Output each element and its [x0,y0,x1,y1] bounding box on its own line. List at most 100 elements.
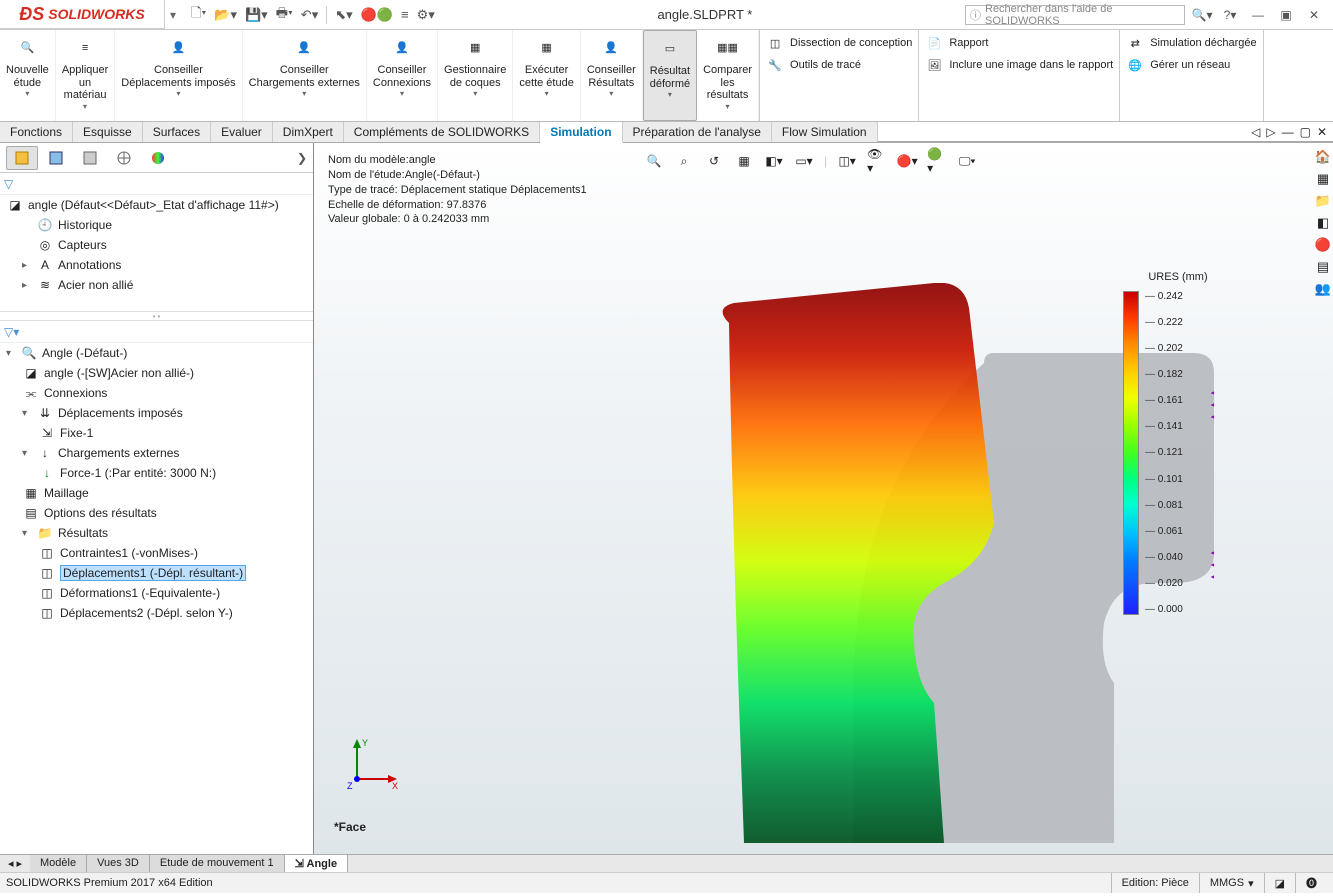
qat-select-icon[interactable]: ⬉▾ [335,7,352,23]
panel-next-icon[interactable]: ▷ [1266,125,1275,139]
status-edition[interactable]: Edition: Pièce [1111,873,1199,893]
view-icon[interactable]: 👁▾ [867,151,887,171]
logo-dropdown-icon[interactable]: ▾ [165,8,181,22]
ribbon-executer-button[interactable]: ▦Exécutercette étude▾ [513,30,580,121]
panel-close-icon[interactable]: ✕ [1317,125,1327,139]
ribbon-conseiller-depl-button[interactable]: 👤ConseillerDéplacements imposés▾ [115,30,242,121]
sim-fixtures[interactable]: ▾⇊Déplacements imposés [0,403,313,423]
doc-tab-vues-3d[interactable]: Vues 3D [87,855,150,872]
tab-compléments-de-solidworks[interactable]: Compléments de SOLIDWORKS [344,122,540,142]
status-custom-icon[interactable]: ◪ [1264,873,1295,893]
panel-max-icon[interactable]: ▢ [1300,125,1311,139]
appearance-icon[interactable]: 🔴▾ [897,151,917,171]
panel-min-icon[interactable]: — [1282,125,1294,139]
sim-loads[interactable]: ▾↓Chargements externes [0,443,313,463]
color-legend[interactable]: URES (mm) 0.2420.2220.2020.1820.1610.141… [1123,271,1233,615]
doc-tab-nav[interactable]: ◂ ▸ [0,855,30,872]
qat-rebuild-icon[interactable]: 🔴🟢 [361,7,393,23]
taskpane-appearance-icon[interactable]: 🔴 [1313,235,1333,255]
app-logo[interactable]: ƉSSOLIDWORKS [0,0,165,29]
panel-tab-property[interactable] [40,146,72,170]
help-search-input[interactable]: ⓘRechercher dans l'aide de SOLIDWORKS [965,5,1185,25]
zoom-fit-icon[interactable]: 🔍 [644,151,664,171]
sim-material[interactable]: ◪angle (-[SW]Acier non allié-) [0,363,313,383]
taskpane-library-icon[interactable]: ▦ [1313,169,1333,189]
ribbon-outils-trace-button[interactable]: 🔧Outils de tracé [766,56,912,74]
ribbon-nouvelle-etude-button[interactable]: 🔍Nouvelleétude▾ [0,30,56,121]
ribbon-rapport-button[interactable]: 📄Rapport [925,34,1113,52]
sim-result-options[interactable]: ▤Options des résultats [0,503,313,523]
prev-view-icon[interactable]: ↺ [704,151,724,171]
sim-result-plot[interactable]: ◫Contraintes1 (-vonMises-) [0,543,313,563]
status-units[interactable]: MMGS ▾ [1199,873,1264,893]
qat-print-icon[interactable]: 🖶▾ [276,4,293,26]
tab-dimxpert[interactable]: DimXpert [273,122,344,142]
qat-save-icon[interactable]: 💾▾ [245,7,268,23]
ribbon-conseiller-conn-button[interactable]: 👤ConseillerConnexions▾ [367,30,438,121]
section-view-icon[interactable]: ▦ [734,151,754,171]
panel-prev-icon[interactable]: ◁ [1251,125,1260,139]
restore-icon[interactable]: ▣ [1275,6,1297,24]
panel-tab-dim[interactable] [108,146,140,170]
view-orient-icon[interactable]: ◧▾ [764,151,784,171]
ribbon-image-rapport-button[interactable]: 🖼Inclure une image dans le rapport [925,56,1113,74]
hide-show-icon[interactable]: ◫▾ [837,151,857,171]
qat-options-icon[interactable]: ≡ [401,7,409,22]
scene-icon[interactable]: 🟢▾ [927,151,947,171]
tab-flow-simulation[interactable]: Flow Simulation [772,122,878,142]
tab-evaluer[interactable]: Evaluer [211,122,273,142]
panel-tab-feature-tree[interactable] [6,146,38,170]
filter-icon[interactable]: ▽▾ [4,325,19,339]
filter-icon[interactable]: ▽ [4,177,13,191]
ribbon-sim-dechargee-button[interactable]: ⇄Simulation déchargée [1126,34,1256,52]
sim-force-item[interactable]: ↓Force-1 (:Par entité: 3000 N:) [0,463,313,483]
close-icon[interactable]: ✕ [1303,6,1325,24]
doc-tab-modèle[interactable]: Modèle [30,855,87,872]
ribbon-dissection-button[interactable]: ◫Dissection de conception [766,34,912,52]
ribbon-appliquer-materiau-button[interactable]: ≡Appliquerunmatériau▾ [56,30,115,121]
sim-study-root[interactable]: ▾🔍Angle (-Défaut-) [0,343,313,363]
qat-open-icon[interactable]: 📂▾ [214,7,237,23]
ribbon-conseiller-res-button[interactable]: 👤ConseillerRésultats▾ [581,30,643,121]
sim-result-plot[interactable]: ◫Déplacements1 (-Dépl. résultant-) [0,563,313,583]
sim-result-plot[interactable]: ◫Déplacements2 (-Dépl. selon Y-) [0,603,313,623]
sim-mesh[interactable]: ▦Maillage [0,483,313,503]
taskpane-forum-icon[interactable]: 👥 [1313,279,1333,299]
qat-settings-icon[interactable]: ⚙▾ [417,7,435,23]
feature-tree-item[interactable]: ▸AAnnotations [0,255,313,275]
sim-fixture-item[interactable]: ⇲Fixe-1 [0,423,313,443]
taskpane-view-icon[interactable]: ◧ [1313,213,1333,233]
qat-undo-icon[interactable]: ↶▾ [301,7,318,23]
coordinate-triad[interactable]: Y X Z [342,734,402,794]
ribbon-gest-coques-button[interactable]: ▦Gestionnairede coques▾ [438,30,513,121]
search-button-icon[interactable]: 🔍▾ [1191,6,1213,24]
taskpane-props-icon[interactable]: ▤ [1313,257,1333,277]
panel-tab-appearance[interactable] [142,146,174,170]
feature-tree-item[interactable]: 🕘Historique [0,215,313,235]
sim-results[interactable]: ▾📁Résultats [0,523,313,543]
minimize-icon[interactable]: — [1247,6,1269,24]
help-dropdown-icon[interactable]: ?▾ [1219,6,1241,24]
panel-expand-icon[interactable]: ❯ [297,151,307,165]
display-style-icon[interactable]: ▭▾ [794,151,814,171]
tab-préparation-de-l'analyse[interactable]: Préparation de l'analyse [623,122,772,142]
sim-result-plot[interactable]: ◫Déformations1 (-Equivalente-) [0,583,313,603]
feature-tree-item[interactable]: ▸≋Acier non allié [0,275,313,295]
graphics-viewport[interactable]: Nom du modèle:angleNom de l'étude:Angle(… [314,143,1333,854]
doc-tab-angle[interactable]: ⇲ Angle [285,855,348,872]
zoom-area-icon[interactable]: ⌕ [674,151,694,171]
tab-esquisse[interactable]: Esquisse [73,122,143,142]
ribbon-comparer-button[interactable]: ▦▦Comparerlesrésultats▾ [697,30,759,121]
panel-tab-config[interactable] [74,146,106,170]
feature-tree-root[interactable]: ◪angle (Défaut<<Défaut>_Etat d'affichage… [0,195,313,215]
tab-fonctions[interactable]: Fonctions [0,122,73,142]
doc-tab-etude-de-mouvement-1[interactable]: Etude de mouvement 1 [150,855,285,872]
ribbon-gerer-reseau-button[interactable]: 🌐Gérer un réseau [1126,56,1256,74]
tab-simulation[interactable]: Simulation [540,122,622,143]
status-rebuild-icon[interactable]: ⓿ [1295,873,1327,893]
feature-tree-item[interactable]: ◎Capteurs [0,235,313,255]
taskpane-home-icon[interactable]: 🏠 [1313,147,1333,167]
ribbon-resultat-deforme-button[interactable]: ▭Résultatdéformé▾ [643,30,697,121]
ribbon-conseiller-charg-button[interactable]: 👤ConseillerChargements externes▾ [243,30,367,121]
tab-surfaces[interactable]: Surfaces [143,122,211,142]
